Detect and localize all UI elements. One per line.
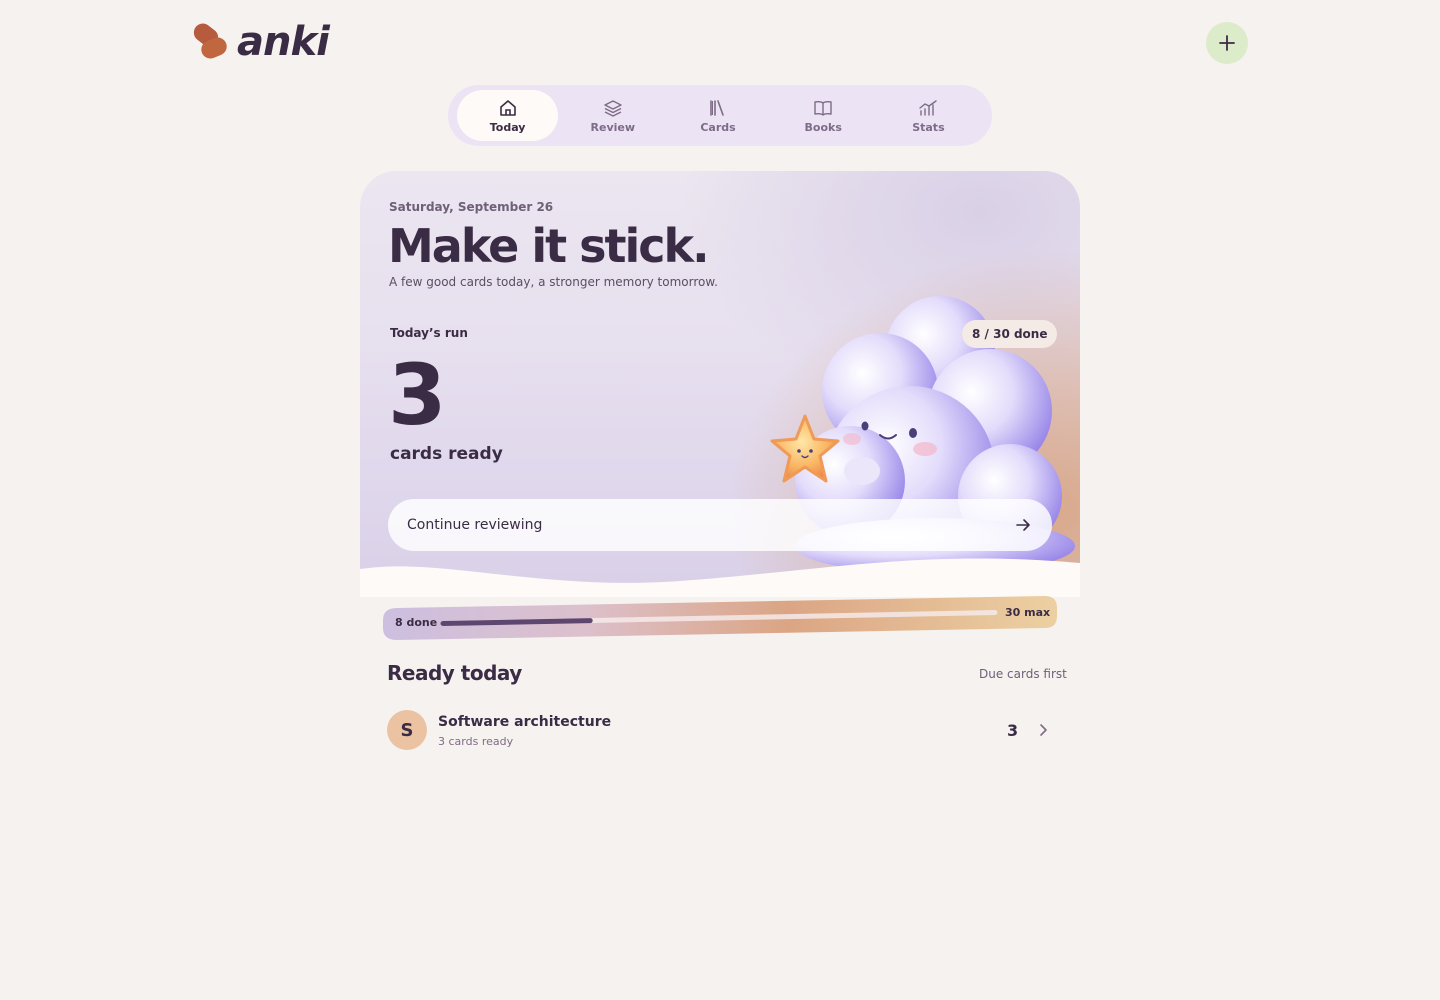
- library-icon: [710, 99, 724, 116]
- daily-progress-bar: [383, 596, 1057, 640]
- tab-today[interactable]: Today: [457, 90, 559, 141]
- book-icon: [814, 100, 832, 116]
- cards-ready-label: cards ready: [390, 444, 503, 464]
- logo-text: anki: [237, 19, 330, 65]
- tab-today-label: Today: [489, 120, 526, 134]
- tab-cards-label: Cards: [700, 120, 736, 134]
- chart-icon: [919, 99, 938, 116]
- tab-stats-label: Stats: [912, 120, 945, 134]
- home-icon: [499, 99, 516, 116]
- progress-fill: [440, 618, 593, 626]
- tab-stats[interactable]: Stats: [878, 90, 979, 141]
- continue-reviewing-button[interactable]: Continue reviewing: [388, 499, 1052, 551]
- main-nav: Today Review Cards Books Stats: [448, 85, 992, 146]
- deck-subtitle: 3 cards ready: [438, 735, 514, 748]
- hero-title: Make it stick.: [388, 219, 710, 273]
- done-badge: 8 / 30 done: [962, 320, 1058, 348]
- tab-review-label: Review: [590, 120, 636, 134]
- chevron-right-icon: [1040, 724, 1047, 736]
- arrow-right-icon: [1016, 519, 1030, 531]
- sort-due-first-button[interactable]: Due cards first: [979, 667, 1067, 681]
- deck-due-count: 3: [1007, 721, 1019, 740]
- progress-done-label: 8 done: [395, 616, 438, 629]
- tab-books[interactable]: Books: [773, 90, 874, 141]
- deck-row-software-architecture[interactable]: S Software architecture 3 cards ready 3: [387, 710, 1053, 752]
- hero-subtitle: A few good cards today, a stronger memor…: [389, 275, 718, 289]
- current-date: Saturday, September 26: [389, 200, 554, 214]
- logo-mark-icon: [190, 19, 230, 62]
- progress-max-label: 30 max: [1005, 606, 1051, 619]
- hero-wave-divider: [360, 558, 1080, 597]
- tab-review[interactable]: Review: [562, 90, 663, 141]
- tab-cards[interactable]: Cards: [667, 90, 768, 141]
- deck-avatar: S: [387, 710, 427, 750]
- tab-books-label: Books: [804, 120, 842, 134]
- todays-run-label: Today’s run: [390, 326, 468, 340]
- cards-ready-count: 3: [388, 346, 447, 444]
- deck-name: Software architecture: [438, 714, 612, 730]
- continue-reviewing-label: Continue reviewing: [407, 517, 543, 533]
- anki-logo[interactable]: anki: [190, 19, 330, 65]
- add-button[interactable]: [1206, 22, 1248, 64]
- today-hero-card: Saturday, September 26 Make it stick. A …: [360, 171, 1080, 597]
- layers-icon: [604, 99, 622, 117]
- plus-icon: [1219, 35, 1235, 51]
- ready-today-heading: Ready today: [387, 661, 522, 685]
